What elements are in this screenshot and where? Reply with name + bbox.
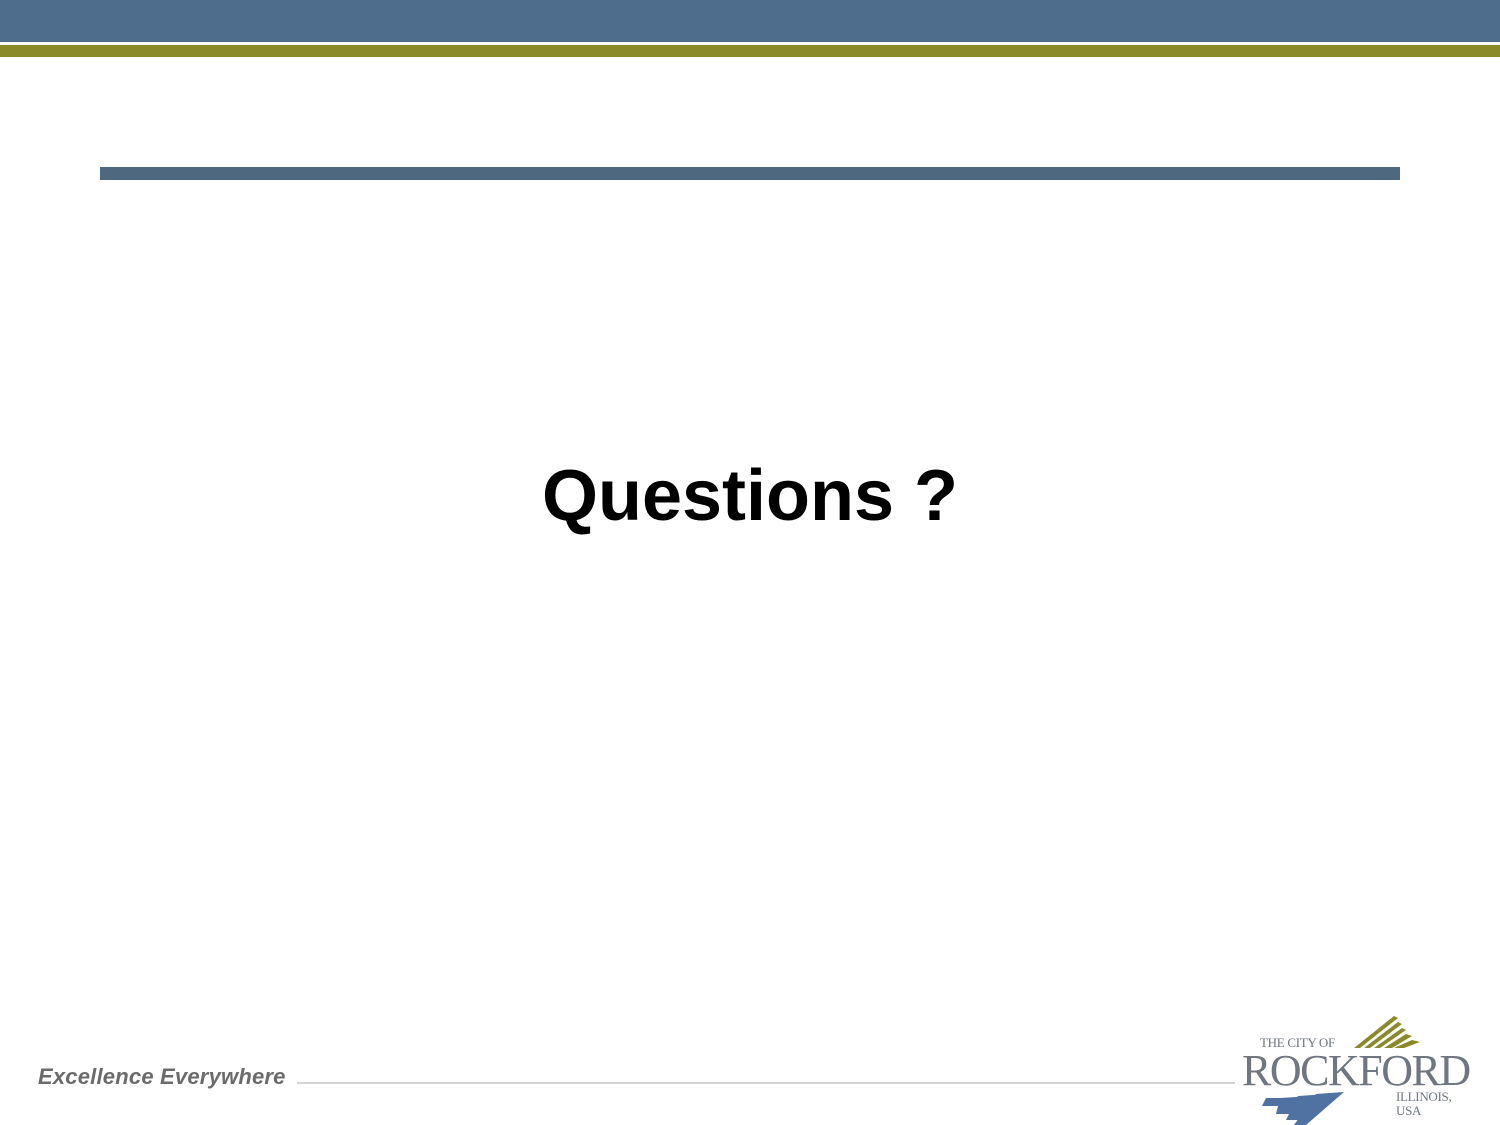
header-accent-stripe (0, 45, 1500, 57)
footer-rule (297, 1082, 1235, 1084)
city-logo: THE CITY OF ROCKFORD ILLINOIS, USA (1236, 1010, 1476, 1125)
slide-main-text: Questions ? (541, 456, 959, 536)
logo-bottom-text: ILLINOIS, USA (1396, 1089, 1452, 1118)
header-band (0, 0, 1500, 42)
footer-tagline: Excellence Everywhere (38, 1064, 286, 1089)
title-rule (100, 167, 1400, 180)
slide: Questions ? Excellence Everywhere THE CI… (0, 0, 1500, 1125)
logo-name: ROCKFORD (1242, 1046, 1471, 1095)
